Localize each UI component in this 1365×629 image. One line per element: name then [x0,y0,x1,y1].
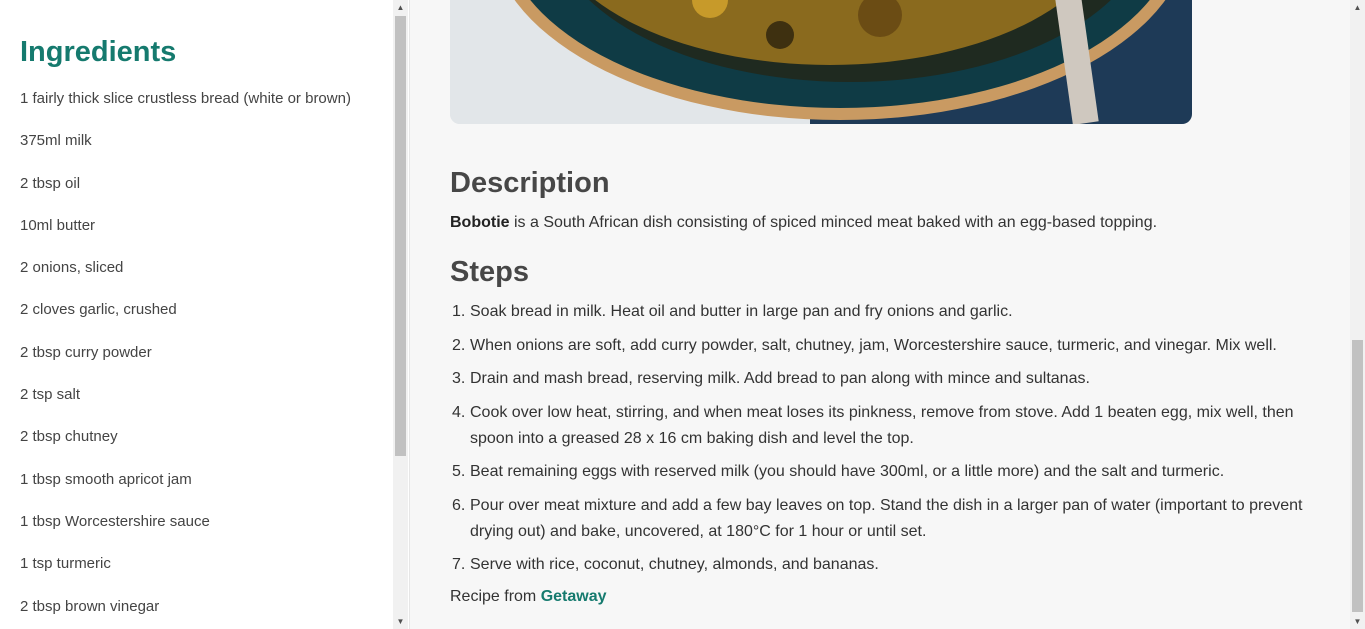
scroll-down-arrow-icon[interactable]: ▼ [393,614,408,629]
step-number: 4. [452,403,466,421]
main-scrollbar[interactable]: ▲ ▼ [1350,0,1365,629]
recipe-source: Recipe from Getaway [450,588,607,606]
sidebar-scrollbar[interactable]: ▲ ▼ [393,0,408,629]
step-text: Drain and mash bread, reserving milk. Ad… [470,370,1090,387]
step-text: Soak bread in milk. Heat oil and butter … [470,303,1013,320]
step-item: 3. Drain and mash bread, reserving milk. … [450,366,1330,392]
steps-list: 1. Soak bread in milk. Heat oil and butte… [450,299,1330,586]
ingredient-item: 2 tbsp curry powder [20,343,152,361]
step-number: 6. [452,496,466,514]
scroll-up-arrow-icon[interactable]: ▲ [393,0,408,15]
step-item: 6. Pour over meat mixture and add a few b… [450,493,1330,545]
main-scrollbar-thumb[interactable] [1352,340,1363,612]
step-number: 3. [452,370,466,387]
ingredient-item: 2 tsp salt [20,386,81,404]
step-item: 5. Beat remaining eggs with reserved milk… [450,459,1330,485]
ingredient-item: 375ml milk [20,132,92,150]
scroll-down-arrow-icon[interactable]: ▼ [1350,614,1365,629]
ingredient-item: 10ml butter [20,216,96,234]
step-number: 1. [452,303,466,320]
steps-heading: Steps [450,256,529,288]
ingredients-sidebar: Ingredients 1 fairly thick slice crustle… [0,0,410,629]
step-text: Cook over low heat, stirring, and when m… [470,403,1294,447]
step-text: Serve with rice, coconut, chutney, almon… [470,556,879,573]
dish-name: Bobotie [450,214,510,231]
source-link[interactable]: Getaway [541,588,607,605]
description-heading: Description [450,167,610,199]
ingredient-item: 1 tbsp smooth apricot jam [20,470,192,488]
step-number: 7. [452,556,466,573]
step-number: 5. [452,463,466,480]
ingredient-item: 2 tbsp chutney [20,428,118,446]
source-prefix: Recipe from [450,588,541,605]
ingredient-item: 1 tsp turmeric [20,555,111,573]
ingredient-item: 1 tbsp Worcestershire sauce [20,512,210,530]
step-item: 1. Soak bread in milk. Heat oil and butte… [450,299,1330,325]
scroll-up-arrow-icon[interactable]: ▲ [1350,0,1365,15]
recipe-photo [450,0,1192,124]
description-body: is a South African dish consisting of sp… [509,214,1158,231]
ingredient-item: 2 cloves garlic, crushed [20,301,177,319]
ingredient-item: 2 tbsp brown vinegar [20,597,160,615]
step-text: When onions are soft, add curry powder, … [470,336,1277,354]
description-text: Bobotie is a South African dish consisti… [450,213,1157,233]
step-text: Pour over meat mixture and add a few bay… [470,496,1303,540]
step-text: Beat remaining eggs with reserved milk (… [470,463,1225,480]
step-number: 2. [452,336,466,354]
sidebar-scrollbar-thumb[interactable] [395,16,406,456]
ingredient-item: 2 tbsp oil [20,174,81,192]
ingredient-item: 1 fairly thick slice crustless bread (wh… [20,90,351,107]
step-item: 4. Cook over low heat, stirring, and when… [450,400,1330,452]
ingredients-heading: Ingredients [20,36,177,68]
ingredients-list: 1 fairly thick slice crustless bread (wh… [20,89,351,629]
ingredient-item: 2 onions, sliced [20,259,124,277]
step-item: 7. Serve with rice, coconut, chutney, alm… [450,552,1330,578]
step-item: 2. When onions are soft, add curry powder… [450,333,1330,359]
